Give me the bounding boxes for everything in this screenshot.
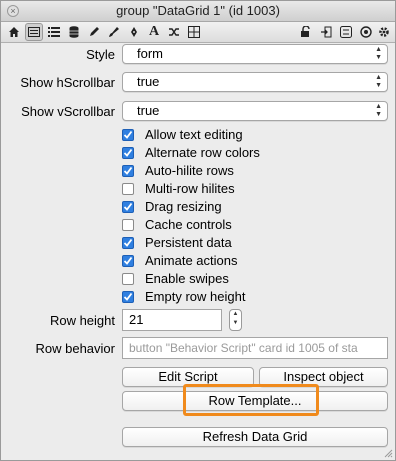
row-template-highlight bbox=[183, 384, 319, 416]
checkbox[interactable] bbox=[122, 218, 134, 231]
checkbox-checked[interactable] bbox=[122, 236, 134, 249]
vscrollbar-select[interactable]: true ▲ ▼ bbox=[122, 101, 388, 121]
option-label: Animate actions bbox=[145, 253, 238, 268]
option-animate-actions[interactable]: Animate actions bbox=[122, 252, 238, 269]
vscrollbar-value: true bbox=[137, 103, 160, 118]
checkbox-checked[interactable] bbox=[122, 146, 134, 159]
home-icon[interactable] bbox=[5, 22, 23, 42]
enter-icon[interactable] bbox=[317, 22, 335, 42]
hscrollbar-label: Show hScrollbar bbox=[20, 75, 115, 90]
checkbox-checked[interactable] bbox=[122, 200, 134, 213]
checkbox[interactable] bbox=[122, 182, 134, 195]
lock-icon[interactable] bbox=[297, 22, 315, 42]
option-allow-text-editing[interactable]: Allow text editing bbox=[122, 126, 243, 143]
option-multi-row-hilites[interactable]: Multi-row hilites bbox=[122, 180, 235, 197]
row-height-stepper[interactable]: ▲ ▼ bbox=[229, 309, 242, 331]
chevron-updown-icon: ▲ ▼ bbox=[375, 74, 382, 89]
option-label: Allow text editing bbox=[145, 127, 243, 142]
settings-icon[interactable] bbox=[337, 22, 355, 42]
style-label: Style bbox=[86, 47, 115, 62]
option-cache-controls[interactable]: Cache controls bbox=[122, 216, 232, 233]
close-icon[interactable]: × bbox=[7, 5, 19, 17]
option-label: Drag resizing bbox=[145, 199, 222, 214]
option-drag-resizing[interactable]: Drag resizing bbox=[122, 198, 222, 215]
hscrollbar-select[interactable]: true ▲ ▼ bbox=[122, 72, 388, 92]
option-label: Enable swipes bbox=[145, 271, 229, 286]
window-title: group "DataGrid 1" (id 1003) bbox=[116, 3, 280, 18]
refresh-data-grid-button[interactable]: Refresh Data Grid bbox=[122, 427, 388, 447]
option-empty-row-height[interactable]: Empty row height bbox=[122, 288, 245, 305]
row-height-label: Row height bbox=[49, 313, 115, 328]
layout-icon[interactable] bbox=[185, 22, 203, 42]
checkbox-checked[interactable] bbox=[122, 290, 134, 303]
gear-icon[interactable] bbox=[375, 22, 393, 42]
option-label: Empty row height bbox=[145, 289, 246, 304]
option-label: Multi-row hilites bbox=[145, 181, 235, 196]
style-select[interactable]: form ▲ ▼ bbox=[122, 44, 388, 64]
chevron-updown-icon: ▲ ▼ bbox=[375, 46, 382, 61]
card-list-icon[interactable] bbox=[25, 23, 43, 41]
pen-icon[interactable] bbox=[125, 22, 143, 42]
list-icon[interactable] bbox=[45, 22, 63, 42]
option-alternate-row-colors[interactable]: Alternate row colors bbox=[122, 144, 260, 161]
option-label: Cache controls bbox=[145, 217, 232, 232]
inspector-toolbar: A bbox=[1, 22, 395, 43]
target-icon[interactable] bbox=[357, 22, 375, 42]
option-persistent-data[interactable]: Persistent data bbox=[122, 234, 232, 251]
pencil-icon[interactable] bbox=[85, 22, 103, 42]
row-height-field[interactable]: 21 bbox=[122, 309, 222, 331]
text-icon[interactable]: A bbox=[145, 22, 163, 42]
row-behavior-field[interactable]: button "Behavior Script" card id 1005 of… bbox=[122, 337, 388, 359]
checkbox-checked[interactable] bbox=[122, 164, 134, 177]
style-value: form bbox=[137, 46, 163, 61]
brush-icon[interactable] bbox=[105, 22, 123, 42]
option-label: Persistent data bbox=[145, 235, 232, 250]
checkbox[interactable] bbox=[122, 272, 134, 285]
row-behavior-label: Row behavior bbox=[35, 341, 116, 356]
option-label: Auto-hilite rows bbox=[145, 163, 234, 178]
option-label: Alternate row colors bbox=[145, 145, 260, 160]
resize-grip-icon[interactable] bbox=[383, 448, 393, 458]
option-auto-hilite-rows[interactable]: Auto-hilite rows bbox=[122, 162, 234, 179]
shuffle-icon[interactable] bbox=[165, 22, 183, 42]
checkbox-checked[interactable] bbox=[122, 128, 134, 141]
option-enable-swipes[interactable]: Enable swipes bbox=[122, 270, 229, 287]
title-bar[interactable]: × group "DataGrid 1" (id 1003) bbox=[1, 1, 395, 22]
checkbox-checked[interactable] bbox=[122, 254, 134, 267]
property-inspector-window: × group "DataGrid 1" (id 1003) A Style f… bbox=[0, 0, 396, 461]
hscrollbar-value: true bbox=[137, 74, 160, 89]
chevron-updown-icon: ▲ ▼ bbox=[375, 103, 382, 118]
database-icon[interactable] bbox=[65, 22, 83, 42]
vscrollbar-label: Show vScrollbar bbox=[21, 104, 115, 119]
